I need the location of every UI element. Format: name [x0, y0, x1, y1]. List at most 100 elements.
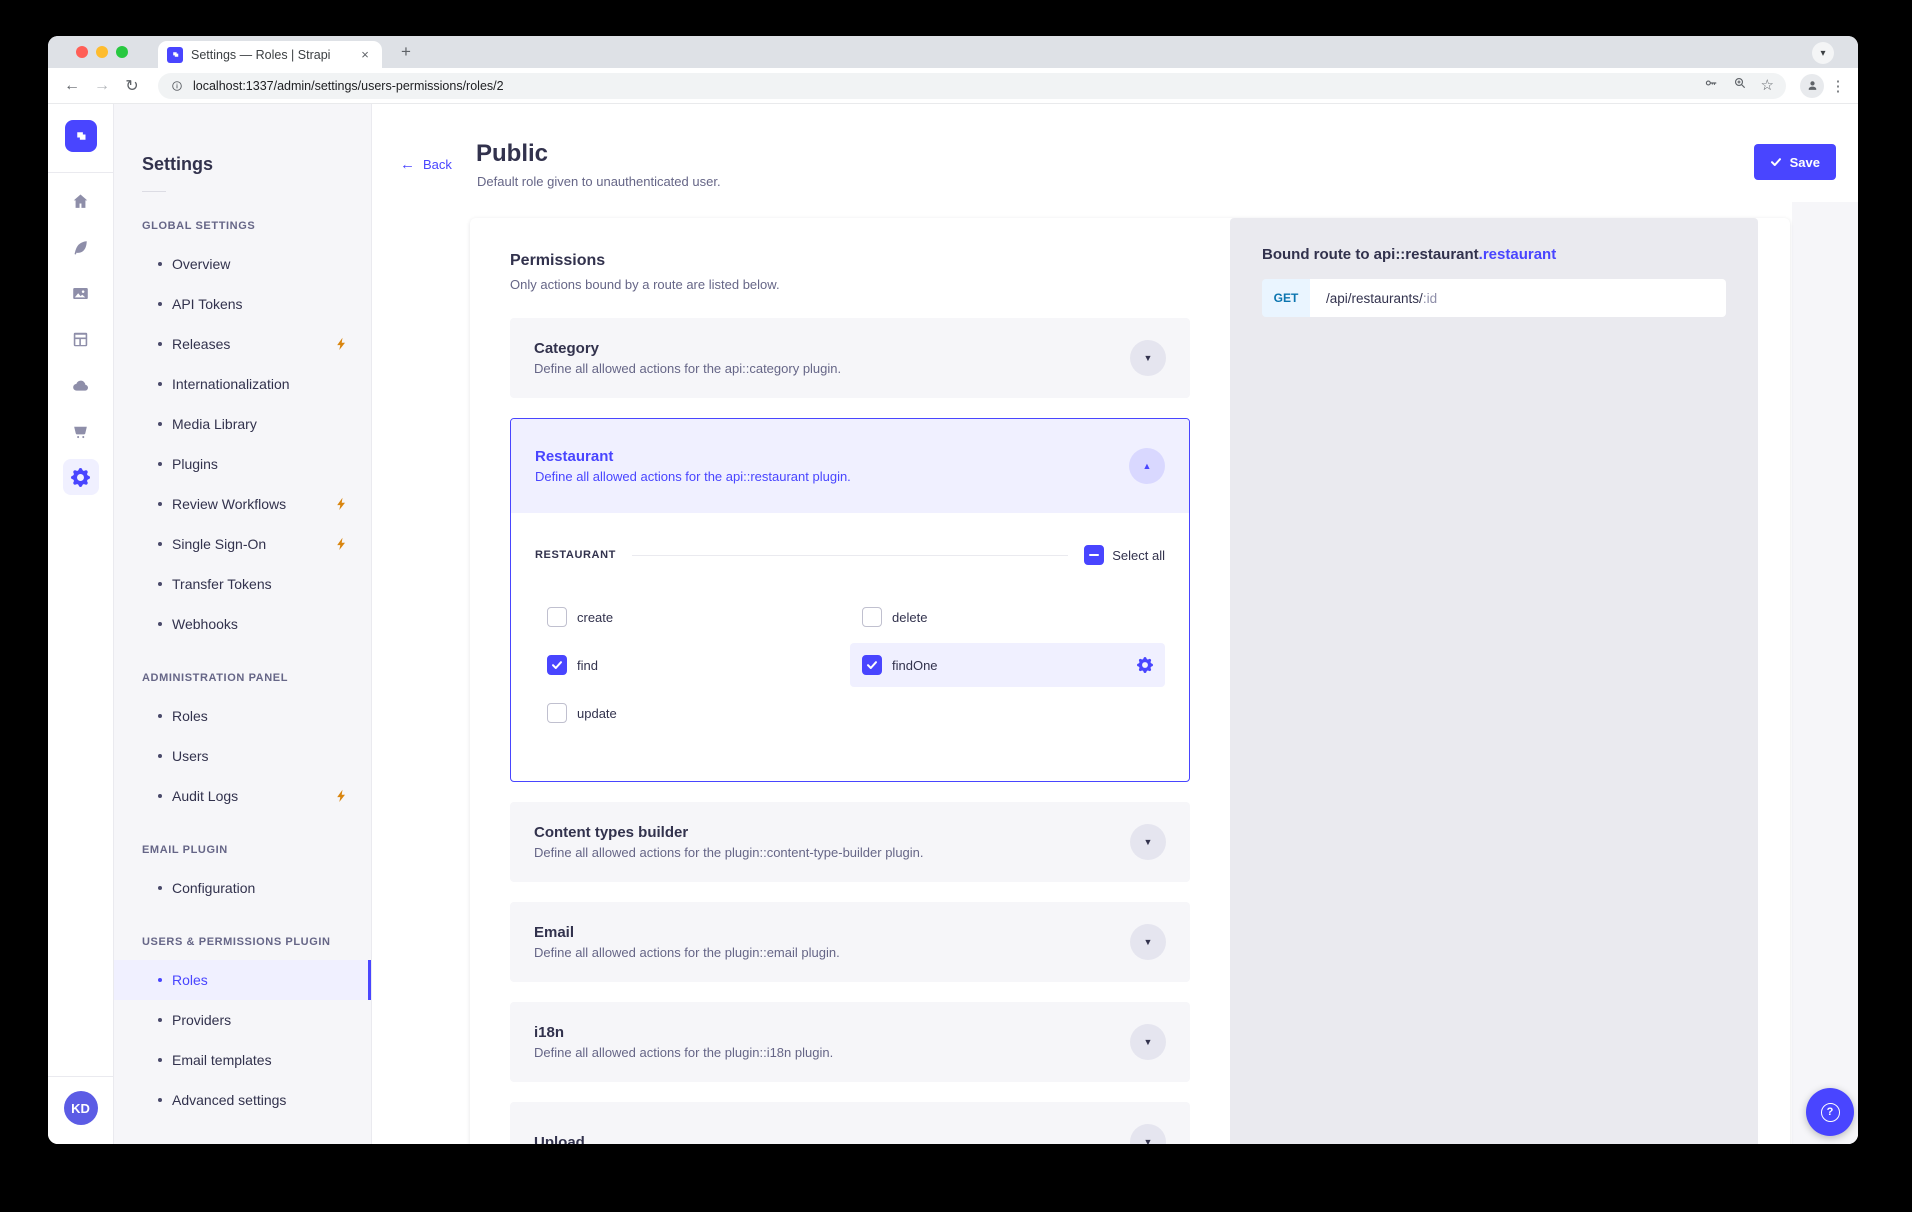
address-bar[interactable]: localhost:1337/admin/settings/users-perm… — [158, 73, 1786, 99]
sidebar-item-label: Overview — [172, 256, 230, 272]
accordion-category[interactable]: CategoryDefine all allowed actions for t… — [510, 318, 1190, 398]
rail-gear-button[interactable] — [63, 459, 99, 495]
new-tab-button[interactable]: + — [394, 41, 418, 63]
settings-nav-sections: GLOBAL SETTINGSOverviewAPI TokensRelease… — [114, 220, 371, 1120]
route-path-field[interactable]: /api/restaurants/:id — [1310, 279, 1726, 317]
tab-search-button[interactable]: ▾ — [1812, 42, 1834, 64]
sidebar-item-configuration[interactable]: Configuration — [114, 868, 371, 908]
select-all-checkbox[interactable] — [1084, 545, 1104, 565]
sidebar-item-roles[interactable]: Roles — [114, 696, 371, 736]
main-icon-rail: KD — [48, 104, 114, 1144]
help-button[interactable]: ? — [1806, 1088, 1854, 1136]
sidebar-item-internationalization[interactable]: Internationalization — [114, 364, 371, 404]
sidebar-item-audit-logs[interactable]: Audit Logs — [114, 776, 371, 816]
check-icon — [1770, 156, 1782, 168]
sidebar-item-webhooks[interactable]: Webhooks — [114, 604, 371, 644]
expand-accordion-button[interactable]: ▼ — [1130, 1124, 1166, 1144]
checkbox-delete[interactable] — [862, 607, 882, 627]
accordion-description: Define all allowed actions for the plugi… — [534, 845, 924, 860]
sidebar-item-label: Advanced settings — [172, 1092, 286, 1108]
accordion-list: CategoryDefine all allowed actions for t… — [510, 318, 1190, 1144]
expand-accordion-button[interactable]: ▼ — [1130, 824, 1166, 860]
page-content: Permissions Only actions bound by a rout… — [372, 202, 1858, 1144]
accordion-email[interactable]: EmailDefine all allowed actions for the … — [510, 902, 1190, 982]
accordion-content-types-builder[interactable]: Content types builderDefine all allowed … — [510, 802, 1190, 882]
accordion-restaurant-expanded: RestaurantDefine all allowed actions for… — [510, 418, 1190, 782]
page-title: Public — [476, 140, 548, 168]
expand-accordion-button[interactable]: ▼ — [1130, 924, 1166, 960]
lightning-bolt-icon — [335, 337, 347, 351]
sidebar-item-users[interactable]: Users — [114, 736, 371, 776]
browser-profile-icon[interactable] — [1800, 74, 1824, 98]
url-text[interactable]: localhost:1337/admin/settings/users-perm… — [193, 79, 504, 93]
expand-accordion-button[interactable]: ▼ — [1130, 340, 1166, 376]
sidebar-item-roles[interactable]: Roles — [114, 960, 371, 1000]
browser-forward-button[interactable]: → — [90, 74, 114, 98]
collapse-accordion-button[interactable]: ▲ — [1129, 448, 1165, 484]
permission-label: update — [577, 706, 617, 721]
sidebar-item-overview[interactable]: Overview — [114, 244, 371, 284]
accordion-i18n[interactable]: i18nDefine all allowed actions for the p… — [510, 1002, 1190, 1082]
browser-reload-button[interactable]: ↻ — [120, 74, 144, 98]
rail-cart-button[interactable] — [63, 413, 99, 449]
back-label: Back — [423, 157, 452, 172]
expand-accordion-button[interactable]: ▼ — [1130, 1024, 1166, 1060]
permission-label: delete — [892, 610, 927, 625]
permission-label: create — [577, 610, 613, 625]
sidebar-item-email-templates[interactable]: Email templates — [114, 1040, 371, 1080]
sidebar-item-label: Review Workflows — [172, 496, 286, 512]
sidebar-item-label: Providers — [172, 1012, 231, 1028]
close-window-button[interactable] — [76, 46, 88, 58]
close-tab-icon[interactable]: × — [357, 47, 373, 62]
page-header: ← Back Public Default role given to unau… — [372, 104, 1858, 202]
checkbox-findone[interactable] — [862, 655, 882, 675]
checkbox-update[interactable] — [547, 703, 567, 723]
browser-back-button[interactable]: ← — [60, 74, 84, 98]
permission-delete: delete — [850, 595, 1165, 639]
sidebar-item-media-library[interactable]: Media Library — [114, 404, 371, 444]
rail-layout-button[interactable] — [63, 321, 99, 357]
checkbox-find[interactable] — [547, 655, 567, 675]
bound-route-panel: Bound route to api::restaurant.restauran… — [1230, 218, 1758, 1144]
rail-home-button[interactable] — [63, 183, 99, 219]
browser-tab[interactable]: Settings — Roles | Strapi × — [158, 41, 382, 68]
accordion-restaurant-header[interactable]: RestaurantDefine all allowed actions for… — [511, 419, 1189, 513]
sidebar-item-review-workflows[interactable]: Review Workflows — [114, 484, 371, 524]
rail-feather-button[interactable] — [63, 229, 99, 265]
back-link[interactable]: ← Back — [400, 156, 452, 173]
caret-down-icon: ▼ — [1144, 837, 1153, 847]
sidebar-item-providers[interactable]: Providers — [114, 1000, 371, 1040]
sidebar-item-single-sign-on[interactable]: Single Sign-On — [114, 524, 371, 564]
sidebar-item-advanced-settings[interactable]: Advanced settings — [114, 1080, 371, 1120]
select-all-label: Select all — [1112, 548, 1165, 563]
sidebar-item-api-tokens[interactable]: API Tokens — [114, 284, 371, 324]
bookmark-star-icon[interactable]: ☆ — [1761, 78, 1774, 94]
site-info-icon[interactable] — [170, 79, 184, 93]
minimize-window-button[interactable] — [96, 46, 108, 58]
accordion-info: Content types builderDefine all allowed … — [534, 824, 924, 860]
user-avatar[interactable]: KD — [64, 1091, 98, 1125]
sidebar-item-releases[interactable]: Releases — [114, 324, 371, 364]
permission-findone: findOne — [850, 643, 1165, 687]
strapi-logo[interactable] — [65, 120, 97, 152]
permission-create: create — [535, 595, 850, 639]
rail-media-library-button[interactable] — [63, 275, 99, 311]
media-library-icon — [71, 284, 90, 303]
permission-settings-gear-icon[interactable] — [1137, 657, 1153, 673]
sidebar-item-transfer-tokens[interactable]: Transfer Tokens — [114, 564, 371, 604]
checkbox-create[interactable] — [547, 607, 567, 627]
save-button[interactable]: Save — [1754, 144, 1836, 180]
fullscreen-window-button[interactable] — [116, 46, 128, 58]
route-path: /api/restaurants/ — [1326, 291, 1423, 306]
sidebar-item-plugins[interactable]: Plugins — [114, 444, 371, 484]
question-mark-icon: ? — [1821, 1103, 1840, 1122]
accordion-upload[interactable]: Upload▼ — [510, 1102, 1190, 1144]
browser-menu-icon[interactable]: ⋮ — [1830, 77, 1846, 95]
password-key-icon[interactable] — [1703, 75, 1719, 96]
nav-section-header-email-plugin: EMAIL PLUGIN — [142, 844, 343, 856]
zoom-in-icon[interactable] — [1732, 75, 1748, 96]
settings-sidebar: Settings GLOBAL SETTINGSOverviewAPI Toke… — [114, 104, 372, 1144]
lightning-bolt-icon — [335, 497, 347, 511]
permissions-column: Permissions Only actions bound by a rout… — [470, 218, 1230, 1144]
rail-cloud-button[interactable] — [63, 367, 99, 403]
